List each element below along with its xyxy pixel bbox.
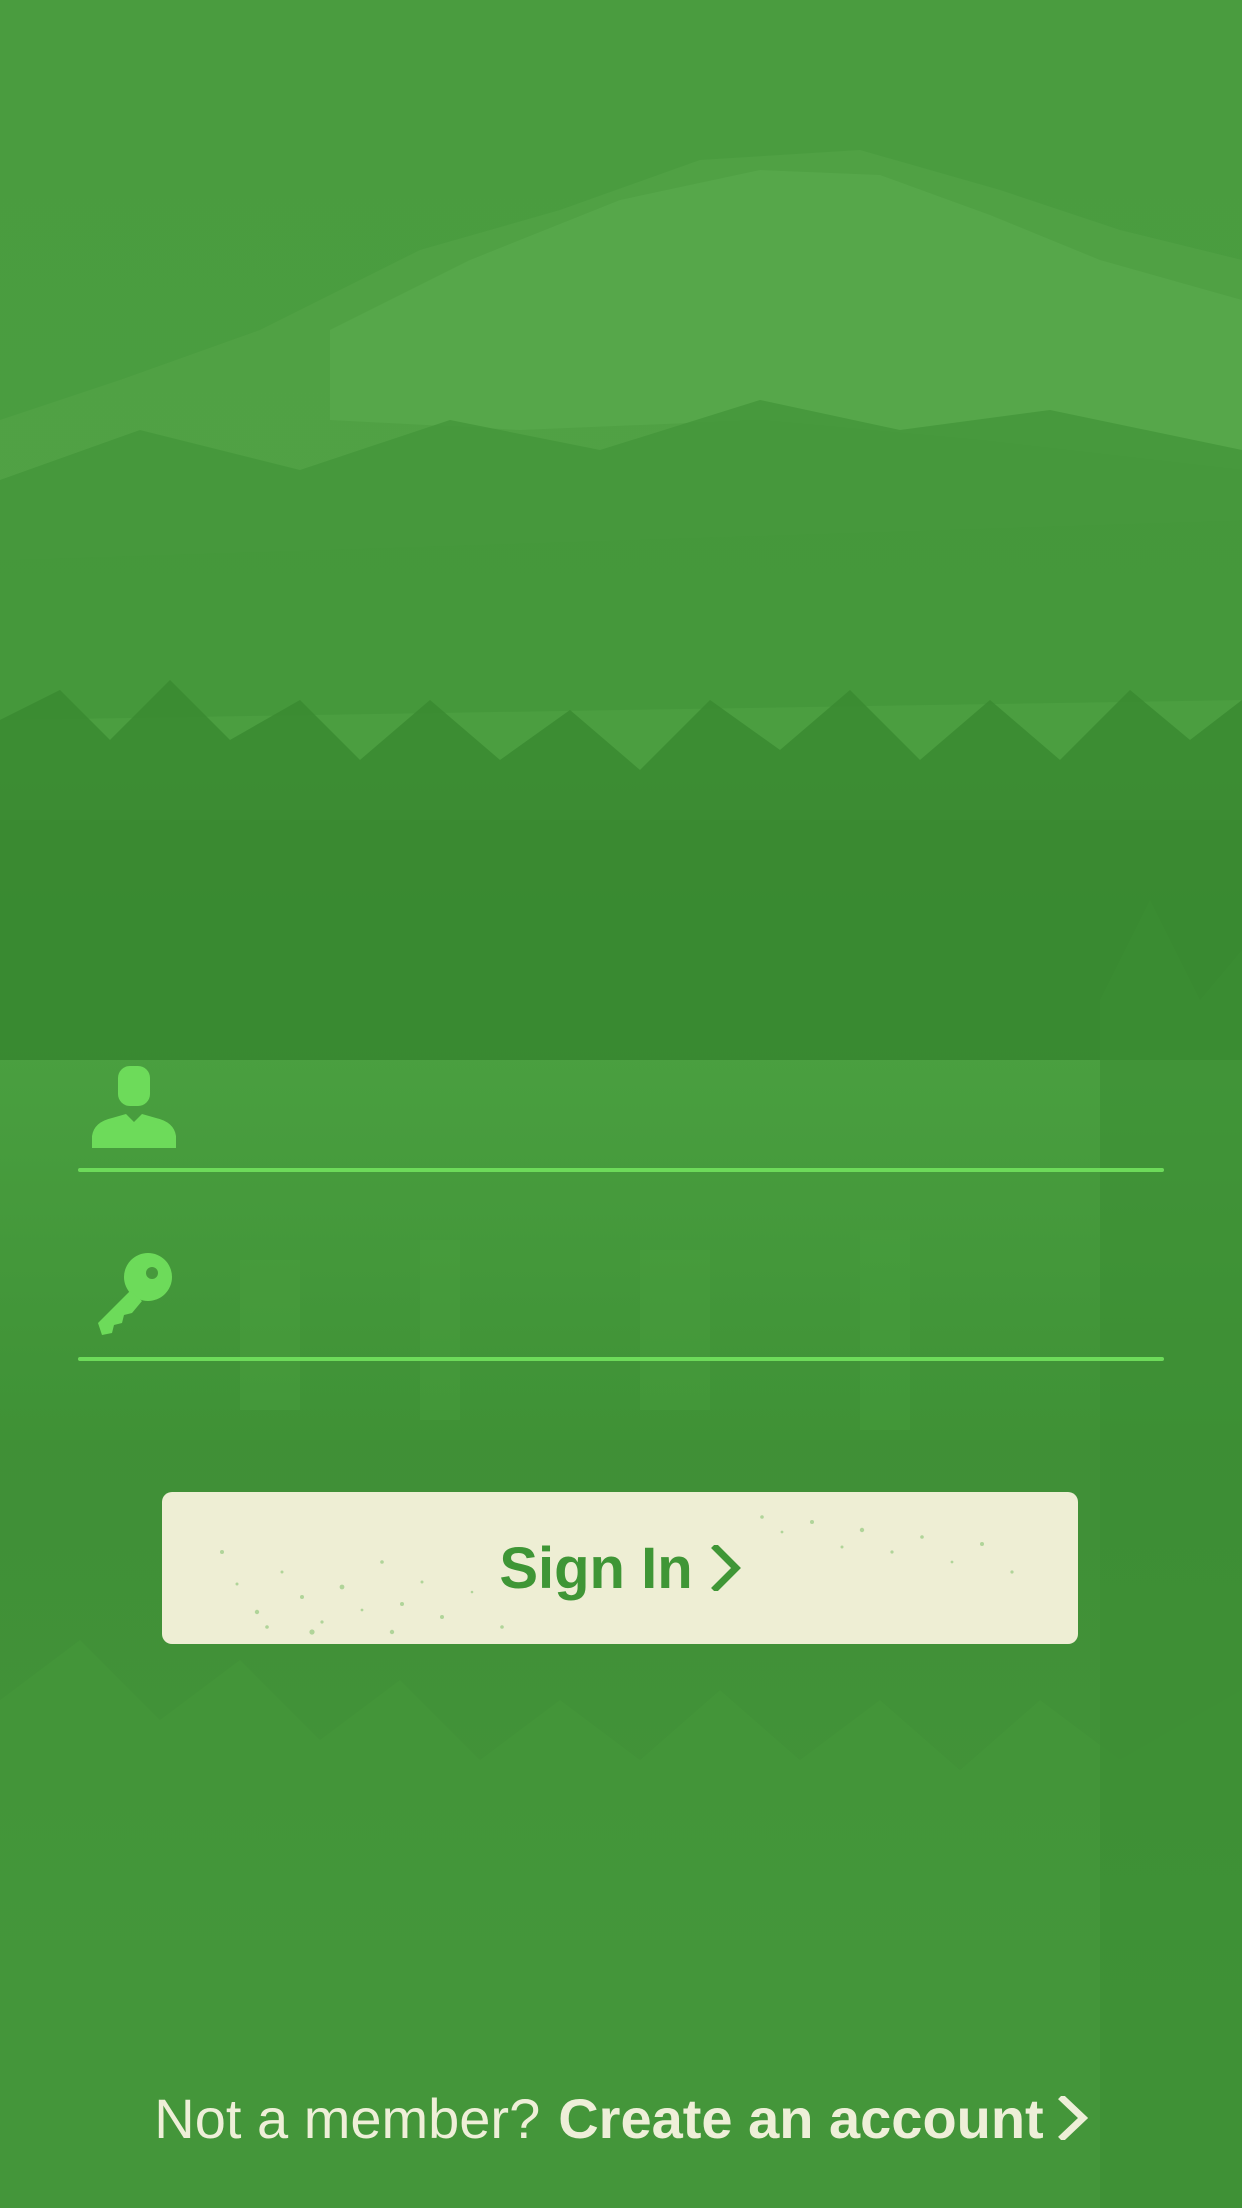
sign-in-label: Sign In [499, 1535, 693, 1601]
password-input[interactable] [208, 1261, 1152, 1343]
chevron-right-icon [1057, 2096, 1088, 2140]
username-input[interactable] [208, 1072, 1152, 1154]
username-underline [78, 1168, 1164, 1172]
password-field[interactable] [78, 1251, 1164, 1361]
password-underline [78, 1357, 1164, 1361]
username-field[interactable] [78, 1062, 1164, 1172]
user-icon [88, 1062, 178, 1152]
sign-in-button[interactable]: Sign In [162, 1492, 1078, 1644]
key-icon [88, 1251, 178, 1341]
chevron-right-icon [710, 1545, 741, 1591]
not-member-prompt: Not a member? [154, 2086, 541, 2150]
footer: Not a member? Create an account [0, 2078, 1242, 2158]
create-account-link[interactable]: Create an account [558, 2086, 1088, 2151]
create-account-label: Create an account [558, 2086, 1044, 2150]
